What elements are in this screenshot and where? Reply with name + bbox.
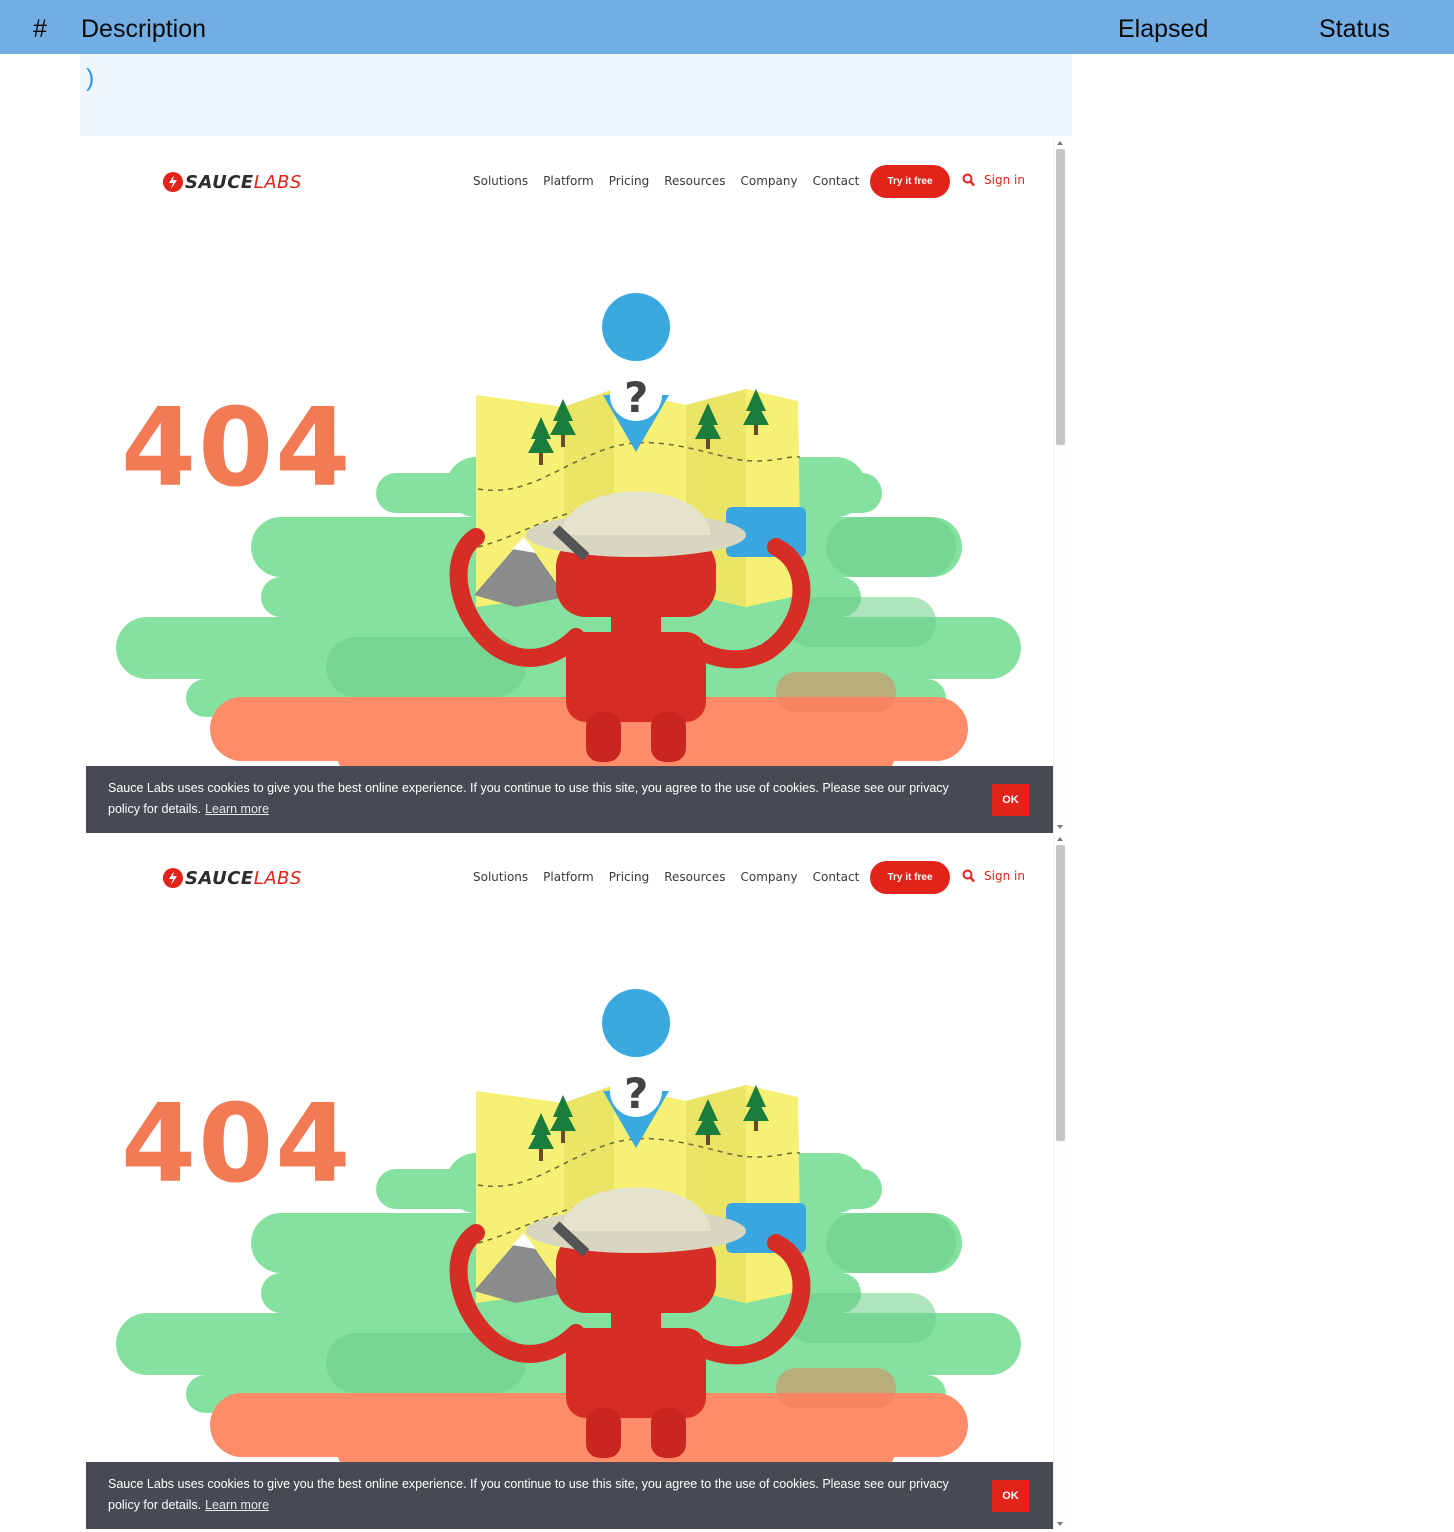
site-navbar: SAUCE LABS Solutions Platform Pricing Re… (86, 861, 1053, 895)
saucelabs-logo[interactable]: SAUCE LABS (163, 866, 302, 890)
nav-link-solutions[interactable]: Solutions (473, 174, 528, 188)
cookie-ok-button[interactable]: OK (992, 784, 1029, 816)
sign-in-link[interactable]: Sign in (962, 869, 1025, 883)
nav-link-resources[interactable]: Resources (664, 870, 725, 884)
scroll-down-arrow-icon[interactable] (1057, 825, 1063, 829)
try-it-free-button[interactable]: Try it free (870, 861, 950, 894)
nav-link-solutions[interactable]: Solutions (473, 870, 528, 884)
nav-link-pricing[interactable]: Pricing (609, 174, 649, 188)
sign-in-label[interactable]: Sign in (984, 173, 1025, 187)
nav-link-contact[interactable]: Contact (813, 870, 860, 884)
svg-text:?: ? (624, 1069, 648, 1118)
saucelabs-logo[interactable]: SAUCE LABS (163, 170, 302, 194)
sign-in-link[interactable]: Sign in (962, 173, 1025, 187)
cookie-ok-button[interactable]: OK (992, 1480, 1029, 1512)
logo-text-labs: LABS (253, 171, 302, 193)
screenshot-2[interactable]: 404 ? SAUCE LABS Solutions Platform Pric… (86, 833, 1066, 1530)
vertical-scrollbar[interactable] (1053, 137, 1066, 833)
nav-link-company[interactable]: Company (741, 870, 798, 884)
nav-links: Solutions Platform Pricing Resources Com… (473, 870, 859, 884)
404-illustration: 404 ? (116, 293, 1021, 777)
vertical-scrollbar[interactable] (1053, 833, 1066, 1530)
svg-text:?: ? (624, 373, 648, 422)
nav-link-resources[interactable]: Resources (664, 174, 725, 188)
scroll-thumb[interactable] (1056, 845, 1065, 1141)
nav-link-contact[interactable]: Contact (813, 174, 860, 188)
cookie-message: Sauce Labs uses cookies to give you the … (108, 778, 978, 820)
logo-text-labs: LABS (253, 867, 302, 889)
scroll-up-arrow-icon[interactable] (1057, 837, 1063, 841)
scroll-thumb[interactable] (1056, 149, 1065, 445)
site-navbar: SAUCE LABS Solutions Platform Pricing Re… (86, 165, 1053, 199)
logo-text-sauce: SAUCE (185, 171, 254, 193)
search-icon[interactable] (962, 173, 975, 187)
description-cell: ) (80, 54, 1072, 136)
cookie-message: Sauce Labs uses cookies to give you the … (108, 1474, 978, 1516)
nav-link-platform[interactable]: Platform (543, 870, 594, 884)
scroll-down-arrow-icon[interactable] (1057, 1522, 1063, 1526)
sauce-bolt-icon (163, 172, 183, 192)
learn-more-link[interactable]: Learn more (205, 1498, 269, 1512)
screenshot-1[interactable]: 404 ? SAUCE LABS Solutions Platform Pric… (86, 137, 1066, 833)
svg-text:404: 404 (121, 1082, 352, 1207)
learn-more-link[interactable]: Learn more (205, 802, 269, 816)
column-header-description: Description (81, 15, 207, 43)
search-icon[interactable] (962, 869, 975, 883)
description-text: ) (86, 64, 95, 92)
sauce-bolt-icon (163, 868, 183, 888)
nav-link-pricing[interactable]: Pricing (609, 870, 649, 884)
nav-links: Solutions Platform Pricing Resources Com… (473, 174, 859, 188)
cookie-banner: Sauce Labs uses cookies to give you the … (86, 766, 1053, 833)
column-header-number: # (33, 15, 47, 43)
sign-in-label[interactable]: Sign in (984, 869, 1025, 883)
try-it-free-button[interactable]: Try it free (870, 165, 950, 198)
404-illustration: 404 ? (116, 989, 1021, 1473)
scroll-up-arrow-icon[interactable] (1057, 141, 1063, 145)
svg-text:404: 404 (121, 386, 352, 511)
nav-link-company[interactable]: Company (741, 174, 798, 188)
report-table-header: # Description Elapsed Status (0, 0, 1454, 54)
column-header-status[interactable]: Status (1319, 15, 1390, 44)
column-header-elapsed[interactable]: Elapsed (1118, 15, 1208, 44)
logo-text-sauce: SAUCE (185, 867, 254, 889)
cookie-banner: Sauce Labs uses cookies to give you the … (86, 1462, 1053, 1529)
nav-link-platform[interactable]: Platform (543, 174, 594, 188)
